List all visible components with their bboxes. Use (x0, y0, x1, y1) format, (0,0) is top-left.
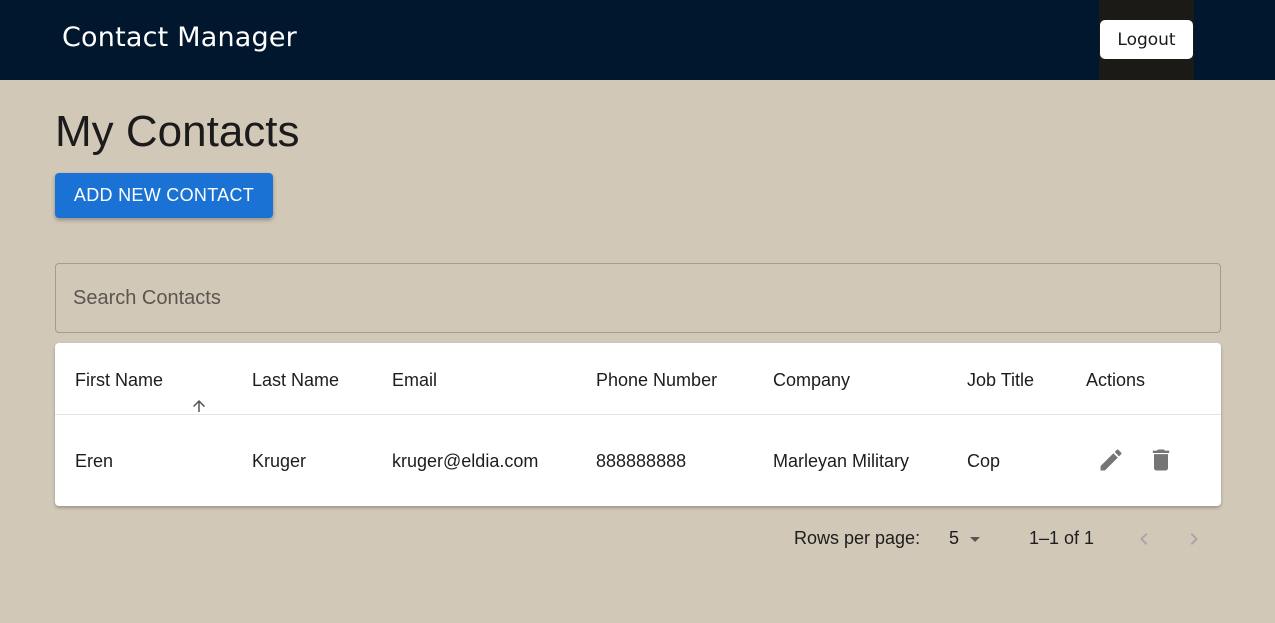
logout-button[interactable]: Logout (1100, 20, 1193, 59)
column-header-actions: Actions (1086, 370, 1146, 390)
cell-email: kruger@eldia.com (392, 451, 539, 471)
add-new-contact-button[interactable]: ADD NEW CONTACT (55, 173, 273, 218)
column-header-email[interactable]: Email (392, 370, 437, 391)
cell-company: Marleyan Military (773, 451, 910, 471)
cell-job-title: Cop (967, 451, 1001, 471)
rows-per-page-value: 5 (949, 528, 960, 548)
arrow-up-icon[interactable] (190, 397, 208, 415)
pagination-range: 1–1 of 1 (1029, 528, 1095, 548)
chevron-right-icon[interactable] (1182, 527, 1206, 551)
contacts-table: First Name Last Name Email Phone Number … (55, 343, 1221, 506)
column-header-first-name[interactable]: First Name (75, 370, 205, 412)
column-header-phone-number[interactable]: Phone Number (596, 370, 717, 391)
edit-pencil-icon[interactable] (1097, 446, 1125, 474)
column-header-company[interactable]: Company (773, 370, 850, 391)
column-header-label: First Name (75, 370, 164, 390)
cell-phone-number: 888888888 (596, 451, 687, 471)
app-title: Contact Manager (62, 22, 297, 53)
table-header-row: First Name Last Name Email Phone Number … (55, 343, 1221, 415)
cell-last-name: Kruger (252, 451, 307, 471)
delete-trash-icon[interactable] (1147, 446, 1175, 474)
cell-first-name: Eren (75, 451, 114, 471)
column-header-last-name[interactable]: Last Name (252, 370, 339, 391)
rows-per-page-select[interactable]: 5 (949, 527, 985, 551)
table-row[interactable]: Eren Kruger kruger@eldia.com 888888888 M… (55, 415, 1221, 506)
chevron-left-icon[interactable] (1132, 527, 1156, 551)
caret-down-icon (970, 537, 980, 542)
search-field[interactable] (55, 263, 1221, 333)
rows-per-page-label: Rows per page: (794, 528, 921, 548)
column-header-job-title[interactable]: Job Title (967, 370, 1034, 391)
page-title: My Contacts (55, 107, 300, 156)
search-input[interactable] (73, 264, 1203, 332)
